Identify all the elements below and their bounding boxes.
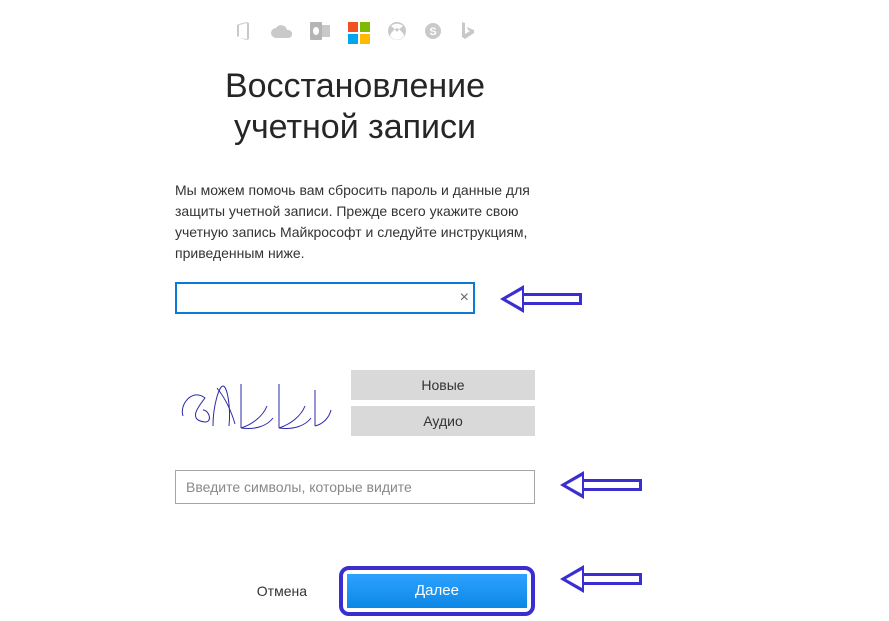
outlook-icon — [310, 22, 330, 45]
next-button[interactable]: Далее — [347, 574, 527, 608]
captcha-audio-button[interactable]: Аудио — [351, 406, 535, 436]
skype-icon: S — [424, 22, 442, 45]
clear-input-icon[interactable]: × — [460, 289, 469, 307]
office-icon — [236, 22, 252, 45]
captcha-new-button[interactable]: Новые — [351, 370, 535, 400]
captcha-input[interactable] — [175, 470, 535, 504]
xbox-icon — [388, 22, 406, 45]
onedrive-icon — [270, 24, 292, 43]
next-button-highlight: Далее — [339, 566, 535, 616]
instructions-text: Мы можем помочь вам сбросить пароль и да… — [175, 180, 535, 264]
captcha-image — [175, 370, 335, 442]
product-icon-row: S — [175, 18, 535, 48]
windows-logo-icon — [348, 22, 370, 44]
annotation-arrow — [560, 471, 642, 499]
annotation-arrow — [560, 565, 642, 593]
cancel-button[interactable]: Отмена — [257, 583, 307, 599]
bing-icon — [460, 22, 474, 45]
annotation-arrow — [500, 285, 582, 313]
account-input[interactable] — [175, 282, 475, 314]
svg-text:S: S — [429, 26, 436, 38]
page-title: Восстановление учетной записи — [175, 66, 535, 148]
